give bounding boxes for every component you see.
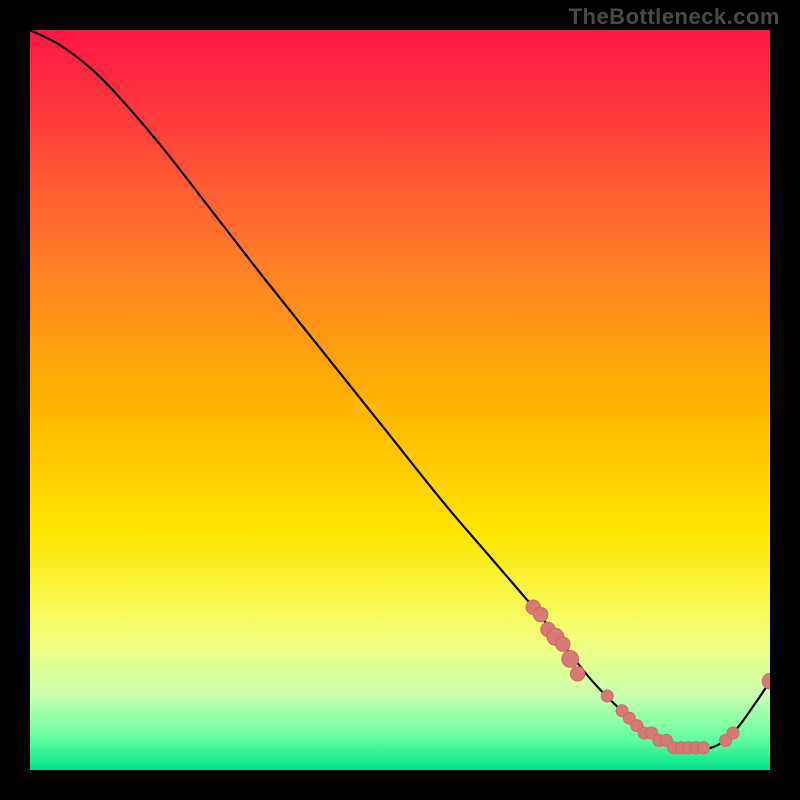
data-marker <box>533 607 547 621</box>
data-marker <box>727 727 739 739</box>
plot-svg <box>30 30 770 770</box>
data-marker <box>601 690 613 702</box>
bottleneck-curve-plot <box>30 30 770 770</box>
data-marker <box>562 651 579 668</box>
data-marker <box>556 637 570 651</box>
watermark-text: TheBottleneck.com <box>569 4 780 30</box>
gradient-background <box>30 30 770 770</box>
chart-frame: TheBottleneck.com <box>0 0 800 800</box>
data-marker <box>570 667 584 681</box>
data-marker <box>697 742 709 754</box>
